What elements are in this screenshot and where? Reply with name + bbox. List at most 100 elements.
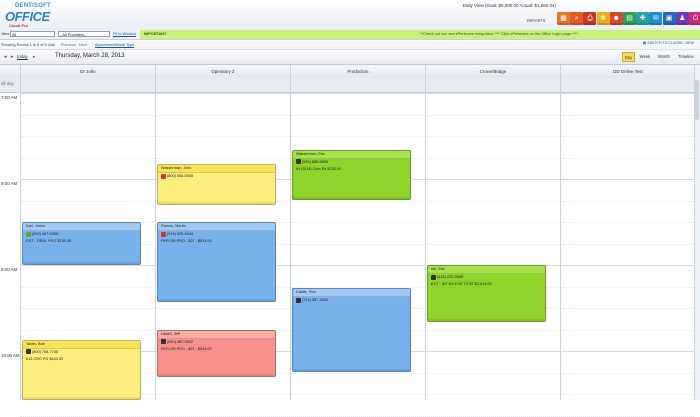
time-label: 8:00 AM (1, 181, 18, 186)
appointment-book-type-link[interactable]: AppointmentBook Type (95, 43, 134, 47)
dentisoft-logo: DENTISOFT OFFICE Cloud Pro (3, 2, 57, 28)
appointment-block[interactable]: Takes, Bob (800) 758-7745 #12 CRO PG $433.… (22, 339, 141, 400)
logout-icon[interactable]: ⏻ (689, 12, 700, 25)
appointment-block[interactable]: Ramos, Martin (916) 835-4444 PER OR PRO - … (157, 222, 276, 302)
next-day-icon[interactable]: ► (10, 54, 14, 59)
daily-goal-text: Daily View (Goal: $6,500.00 Actual: $1,6… (462, 3, 556, 8)
appointment-phone-line: (800) 758-7745 (23, 349, 140, 356)
scrollbar-thumb[interactable] (695, 80, 699, 120)
column-divider (290, 65, 291, 400)
resize-handle[interactable] (428, 318, 545, 321)
resize-handle[interactable] (158, 298, 275, 301)
appointment-phone: (540) 467-9922 (167, 339, 193, 344)
providers-select[interactable]: --All Providers-- (58, 31, 110, 37)
column-divider (425, 65, 426, 400)
resize-handle[interactable] (23, 262, 140, 264)
view-label: View (1, 32, 10, 36)
column-header-1: Operatory 2 (155, 65, 290, 78)
next-link[interactable]: Next (79, 43, 87, 47)
resize-handle[interactable] (158, 201, 275, 204)
appointment-block[interactable]: Wasserman, John (800) 555-5555 (157, 164, 276, 205)
appointment-phone: (800) 467-5959 (32, 232, 58, 236)
appointment-phone-line: (540) 467-9922 (158, 339, 275, 346)
status-icon (296, 159, 301, 165)
appointment-procedure: EXT - INT EX EVE TX $7 $2,614.00 (431, 282, 492, 286)
appointment-block[interactable]: Karl, Junior (800) 467-5959 EXT - ORAL HYG… (22, 222, 141, 265)
appointment-block[interactable]: Ide, Eric (415) 222-5959 EXT - INT EX EVE … (427, 265, 546, 322)
appointment-phone-line: (800) 467-5959 (23, 231, 140, 238)
chart-icon[interactable]: ✉ (649, 12, 663, 25)
status-icon (296, 297, 301, 303)
user-icon-glyph: ♟ (679, 15, 686, 22)
column-header-3: Crown/Bridge (425, 65, 560, 78)
chart-icon-glyph: ✉ (652, 15, 659, 22)
grid-line (20, 136, 694, 137)
appointment-phone: (800) 758-7745 (32, 349, 58, 354)
status-icon (431, 274, 436, 280)
ledger-icon[interactable]: ✚ (636, 12, 650, 25)
appointment-patient-name: Ide, Eric (428, 266, 545, 274)
logout-icon-glyph: ⏻ (692, 15, 699, 22)
status-icon (161, 339, 166, 344)
status-icon (26, 349, 31, 355)
schedule-icon[interactable]: ▤ (623, 12, 636, 25)
reports-link[interactable]: REPORTS (527, 19, 545, 23)
grid-line (20, 265, 694, 266)
appointment-phone: (916) 835-4444 (167, 232, 193, 236)
settings-icon[interactable]: ✲ (596, 12, 610, 25)
appointment-procedure: PER OR PRO - $27 - $634.00 (161, 239, 212, 243)
view-month-button[interactable]: Month (655, 52, 673, 62)
all-day-row (0, 78, 700, 93)
patient-icon[interactable]: ☻ (609, 12, 623, 25)
appointment-patient-name: Wasserman, Eric (293, 150, 410, 159)
view-week-button[interactable]: Week (637, 52, 653, 62)
appointment-patient-name: Karl, Junior (23, 223, 140, 231)
all-day-label: all-day (1, 81, 14, 86)
previous-link[interactable]: Previous (61, 43, 76, 47)
next-icon[interactable]: ▸ (33, 54, 35, 60)
appointment-patient-name: Takes, Bob (23, 340, 140, 349)
patient-icon-glyph: ☻ (612, 15, 620, 22)
appointment-procedure: #12 CRO PG $433.33 (26, 356, 64, 361)
appointment-patient-name: Ramos, Martin (158, 223, 275, 231)
appointment-procedure: #4 (SLM) Com Rs $230.00 (296, 166, 342, 171)
user-icon[interactable]: ♟ (675, 12, 689, 25)
column-header-4: DD Online Test (560, 65, 695, 78)
view-select[interactable]: All (10, 31, 55, 37)
message-icon[interactable]: ▣ (662, 12, 676, 25)
calendar-icon[interactable]: ▦ (557, 12, 570, 25)
view-timeline-button[interactable]: Timeline (676, 52, 696, 62)
appointment-phone: (800) 555-5555 (167, 174, 193, 179)
resize-handle[interactable] (23, 396, 140, 399)
resize-handle[interactable] (293, 369, 410, 372)
ledger-icon-glyph: ✚ (639, 15, 646, 22)
appointment-procedure: EXT - ORAL HYG $138.38 (26, 239, 71, 243)
resize-handle[interactable] (158, 373, 275, 376)
prev-day-icon[interactable]: ◄ (3, 54, 7, 59)
calendar-date-title: Thursday, March 28, 2013 (55, 53, 125, 59)
calendar-icon-glyph: ▦ (560, 15, 567, 22)
column-header-0: Dr John (20, 65, 155, 78)
today-button[interactable]: today (17, 54, 28, 59)
news-text: **Check out our new ePeriocare integrati… (420, 32, 578, 36)
appointment-procedure: PER OR PRO - $27 - $634.00 (161, 346, 212, 351)
appointment-block[interactable]: Castle, Ron (714) 387-4603 (292, 288, 411, 373)
appointment-patient-name: Castle, Ron (293, 289, 410, 298)
print-icon[interactable]: ⎙ (583, 12, 597, 25)
view-day-button[interactable]: Day (622, 52, 635, 62)
schedule-icon-glyph: ▤ (626, 15, 633, 22)
appointment-phone-line: (714) 387-4603 (293, 297, 410, 304)
time-label: 10:00 AM (1, 353, 20, 358)
resize-handle[interactable] (293, 197, 410, 200)
column-header-2: Production (290, 65, 425, 78)
search-icon-glyph: ⌕ (574, 15, 579, 22)
fit-to-window-link[interactable]: Fit to Window (113, 32, 136, 36)
appointment-block[interactable]: Litwell, Jeff (540) 467-9922 PER OR PRO - … (157, 329, 276, 377)
column-divider (20, 65, 21, 400)
appointment-patient-name: Wasserman, John (158, 165, 275, 174)
appointment-block[interactable]: Wasserman, Eric (555) 888-5555 #4 (SLM) Co… (292, 149, 411, 201)
grid-line (20, 200, 694, 202)
switch-classic-view-link[interactable]: ▦ SWITCH TO CLASSIC VIEW (643, 41, 694, 45)
important-label: IMPORTANT (144, 32, 167, 36)
search-icon[interactable]: ⌕ (570, 12, 584, 25)
